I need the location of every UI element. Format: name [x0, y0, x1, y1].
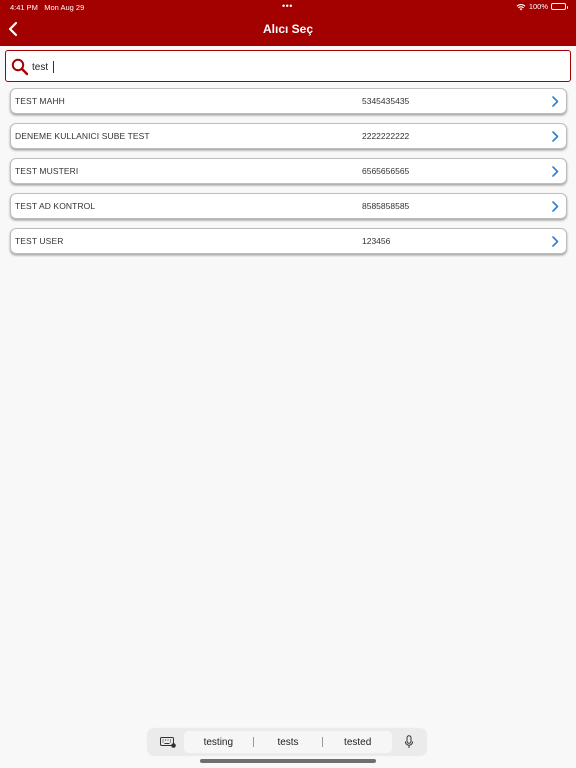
- recipient-phone: 123456: [362, 236, 391, 246]
- search-bar[interactable]: [5, 50, 571, 82]
- chevron-right-icon: [552, 96, 559, 107]
- recipient-phone: 8585858585: [362, 201, 410, 211]
- chevron-right-icon: [552, 236, 559, 247]
- chevron-right-icon: [552, 166, 559, 177]
- recipient-phone: 2222222222: [362, 131, 410, 141]
- search-icon: [11, 58, 29, 76]
- keyboard-shortcut-bar: testing tests tested: [148, 729, 426, 755]
- status-bar: 4:41 PM Mon Aug 29 ••• 100%: [0, 0, 576, 14]
- chevron-right-icon: [552, 131, 559, 142]
- recipient-name: DENEME KULLANICI SUBE TEST: [15, 131, 150, 141]
- suggestion-item[interactable]: tests: [254, 737, 323, 748]
- recipient-list: TEST MAHH 5345435435 DENEME KULLANICI SU…: [10, 88, 567, 263]
- wifi-icon: [516, 3, 526, 10]
- status-indicators: 100%: [516, 2, 568, 11]
- recipient-name: TEST AD KONTROL: [15, 201, 96, 211]
- recipient-row[interactable]: TEST AD KONTROL 8585858585: [10, 193, 567, 219]
- status-time: 4:41 PM Mon Aug 29: [10, 3, 84, 12]
- recipient-row[interactable]: DENEME KULLANICI SUBE TEST 2222222222: [10, 123, 567, 149]
- home-indicator[interactable]: [200, 759, 376, 763]
- chevron-right-icon: [552, 201, 559, 212]
- recipient-name: TEST MUSTERI: [15, 166, 79, 176]
- predictive-suggestions: testing tests tested: [184, 731, 392, 753]
- microphone-icon[interactable]: [404, 735, 414, 749]
- multitasking-dots-icon[interactable]: •••: [282, 1, 293, 11]
- page-title: Alıcı Seç: [262, 22, 314, 36]
- recipient-phone: 5345435435: [362, 96, 410, 106]
- battery-percent: 100%: [528, 2, 548, 11]
- status-clock: 4:41 PM: [10, 3, 38, 12]
- recipient-row[interactable]: TEST USER 123456: [10, 228, 567, 254]
- suggestion-item[interactable]: tested: [323, 737, 392, 748]
- search-input[interactable]: [32, 57, 552, 77]
- recipient-row[interactable]: TEST MUSTERI 6565656565: [10, 158, 567, 184]
- recipient-name: TEST MAHH: [15, 96, 65, 106]
- recipient-name: TEST USER: [15, 236, 64, 246]
- recipient-row[interactable]: TEST MAHH 5345435435: [10, 88, 567, 114]
- battery-icon: [551, 3, 568, 10]
- app-header: 4:41 PM Mon Aug 29 ••• 100% Alıcı Seç: [0, 0, 576, 46]
- text-caret: [53, 61, 54, 73]
- recipient-phone: 6565656565: [362, 166, 410, 176]
- keyboard-icon[interactable]: [160, 737, 176, 748]
- status-date: Mon Aug 29: [44, 3, 85, 12]
- suggestion-item[interactable]: testing: [184, 737, 253, 748]
